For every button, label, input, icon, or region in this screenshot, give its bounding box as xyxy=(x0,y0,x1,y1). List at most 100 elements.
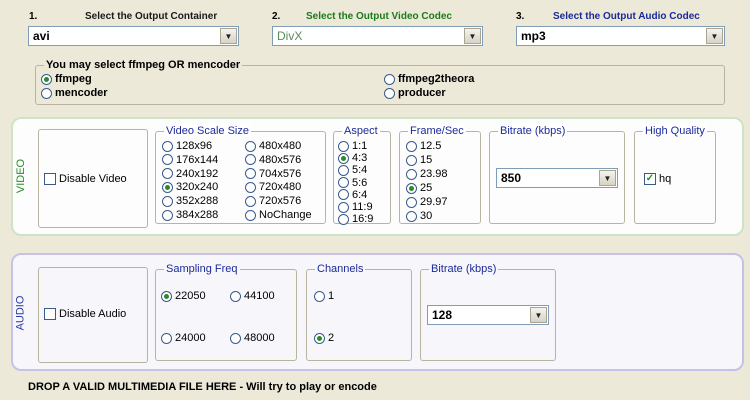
scale-radio[interactable]: 128x96 xyxy=(162,140,212,152)
encoder-group: You may select ffmpeg OR mencoder xyxy=(35,59,725,105)
radio-selected-icon xyxy=(162,181,173,193)
radio-icon xyxy=(230,290,241,302)
framerate-radio[interactable]: 29.97 xyxy=(406,196,448,208)
sampling-radio[interactable]: 48000 xyxy=(230,332,275,344)
scale-radio[interactable]: 240x192 xyxy=(162,168,218,180)
audio-codec-step-number: 3. xyxy=(516,11,525,22)
encoder-radio-producer[interactable]: producer xyxy=(384,87,446,99)
channels-option-label: 1 xyxy=(328,290,335,302)
chevron-down-icon[interactable]: ▼ xyxy=(464,28,481,44)
radio-icon xyxy=(245,195,256,207)
radio-icon xyxy=(338,164,349,176)
radio-selected-icon xyxy=(406,182,417,194)
framerate-radio[interactable]: 23.98 xyxy=(406,168,448,180)
audio-panel-label: AUDIO xyxy=(14,295,27,331)
radio-icon xyxy=(245,181,256,193)
scale-radio-label: 480x480 xyxy=(259,140,302,152)
container-header: Select the Output Container xyxy=(85,11,218,22)
radio-icon xyxy=(406,168,417,180)
aspect-radio-label: 6:4 xyxy=(352,188,368,201)
scale-radio-label: 720x576 xyxy=(259,195,302,208)
radio-icon xyxy=(338,213,349,225)
channels-group: Channels xyxy=(306,263,412,361)
scale-radio[interactable]: 384x288 xyxy=(162,209,218,221)
aspect-radio[interactable]: 6:4 xyxy=(338,189,367,201)
scale-radio[interactable]: 352x288 xyxy=(162,195,218,207)
radio-icon xyxy=(384,73,395,85)
aspect-radio[interactable]: 5:4 xyxy=(338,164,367,176)
scale-radio[interactable]: 480x480 xyxy=(245,140,301,152)
radio-icon xyxy=(245,168,256,180)
audio-codec-header: Select the Output Audio Codec xyxy=(553,11,700,22)
aspect-radio[interactable]: 5:6 xyxy=(338,177,367,189)
chevron-down-icon[interactable]: ▼ xyxy=(706,28,723,44)
drop-zone-label[interactable]: DROP A VALID MULTIMEDIA FILE HERE - Will… xyxy=(28,381,377,393)
framerate-radio-label: 23.98 xyxy=(420,168,448,180)
radio-icon xyxy=(338,177,349,189)
channels-title: Channels xyxy=(315,263,366,275)
video-bitrate-value: 850 xyxy=(501,171,522,185)
chevron-down-icon[interactable]: ▼ xyxy=(220,28,237,44)
radio-icon xyxy=(406,196,417,208)
audio-bitrate-select[interactable]: 128 ▼ xyxy=(427,305,549,325)
encoder-group-title: You may select ffmpeg OR mencoder xyxy=(44,59,243,71)
sampling-radio[interactable]: 24000 xyxy=(161,332,206,344)
framerate-radio[interactable]: 25 xyxy=(406,182,432,194)
sampling-title: Sampling Freq xyxy=(164,263,240,275)
audio-codec-select[interactable]: mp3 ▼ xyxy=(516,26,725,46)
scale-radio[interactable]: 720x480 xyxy=(245,181,301,193)
channels-radio[interactable]: 1 xyxy=(314,290,334,302)
encoder-radio-ffmpeg[interactable]: ffmpeg xyxy=(41,73,92,85)
radio-icon xyxy=(162,168,173,180)
video-bitrate-title: Bitrate (kbps) xyxy=(498,125,568,137)
radio-icon xyxy=(245,209,256,221)
hq-label: hq xyxy=(659,173,672,185)
sampling-radio[interactable]: 44100 xyxy=(230,290,275,302)
video-bitrate-select[interactable]: 850 ▼ xyxy=(496,168,618,188)
radio-icon xyxy=(384,87,395,99)
sampling-group: Sampling Freq xyxy=(155,263,297,361)
scale-radio-label: 352x288 xyxy=(176,195,219,208)
chevron-down-icon[interactable]: ▼ xyxy=(530,307,547,323)
sampling-radio[interactable]: 22050 xyxy=(161,290,206,302)
encoder-option-label: ffmpeg xyxy=(55,73,92,85)
disable-audio-checkbox[interactable]: Disable Audio xyxy=(44,308,126,320)
radio-icon xyxy=(162,140,173,152)
aspect-radio[interactable]: 4:3 xyxy=(338,152,367,164)
framerate-radio[interactable]: 30 xyxy=(406,210,432,222)
aspect-radio[interactable]: 1:1 xyxy=(338,140,367,152)
radio-selected-icon xyxy=(338,152,349,164)
checkbox-icon xyxy=(44,173,56,185)
radio-icon xyxy=(406,210,417,222)
audio-bitrate-value: 128 xyxy=(432,308,453,322)
aspect-radio[interactable]: 16:9 xyxy=(338,213,373,225)
container-select[interactable]: avi ▼ xyxy=(28,26,239,46)
encoder-radio-ffmpeg2theora[interactable]: ffmpeg2theora xyxy=(384,73,474,85)
scale-radio[interactable]: 720x576 xyxy=(245,195,301,207)
encoder-option-label: mencoder xyxy=(55,87,108,99)
radio-icon xyxy=(162,154,173,166)
scale-radio[interactable]: NoChange xyxy=(245,209,312,221)
framerate-radio[interactable]: 12.5 xyxy=(406,140,441,152)
encoder-radio-mencoder[interactable]: mencoder xyxy=(41,87,108,99)
disable-video-checkbox[interactable]: Disable Video xyxy=(44,173,127,185)
radio-icon xyxy=(230,332,241,344)
radio-icon xyxy=(41,87,52,99)
aspect-radio-label: 5:4 xyxy=(352,164,368,177)
chevron-down-icon[interactable]: ▼ xyxy=(599,170,616,186)
radio-icon xyxy=(338,189,349,201)
hq-checkbox[interactable]: ✓ hq xyxy=(644,173,671,185)
scale-radio[interactable]: 480x576 xyxy=(245,154,301,166)
radio-selected-icon xyxy=(314,332,325,344)
scale-radio[interactable]: 320x240 xyxy=(162,181,218,193)
scale-radio[interactable]: 176x144 xyxy=(162,154,218,166)
video-scale-title: Video Scale Size xyxy=(164,125,251,137)
video-codec-header: Select the Output Video Codec xyxy=(306,11,452,22)
audio-codec-select-value: mp3 xyxy=(521,29,546,43)
framerate-radio[interactable]: 15 xyxy=(406,154,432,166)
video-codec-select[interactable]: DivX ▼ xyxy=(272,26,483,46)
aspect-radio-label: 5:6 xyxy=(352,176,368,189)
scale-radio[interactable]: 704x576 xyxy=(245,168,301,180)
channels-radio[interactable]: 2 xyxy=(314,332,334,344)
aspect-radio[interactable]: 11:9 xyxy=(338,201,373,213)
